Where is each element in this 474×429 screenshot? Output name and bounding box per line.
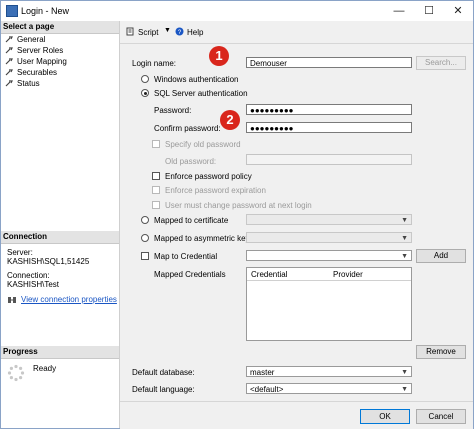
enforce-policy-label: Enforce password policy [165, 172, 252, 181]
server-value: KASHISH\SQL1,51425 [7, 257, 90, 266]
password-label: Password: [154, 106, 192, 115]
sidebar-item-securables[interactable]: Securables [1, 67, 119, 78]
wrench-icon [5, 47, 13, 54]
login-name-label: Login name: [132, 59, 177, 68]
enforce-expiration-checkbox[interactable] [152, 186, 160, 194]
sidebar-item-label: Status [17, 79, 40, 88]
mapped-credentials-label: Mapped Credentials [154, 270, 226, 279]
default-language-label: Default language: [132, 385, 195, 394]
default-database-value: master [250, 368, 275, 377]
login-name-input[interactable]: Demouser [246, 57, 412, 68]
sidebar-item-user-mapping[interactable]: User Mapping [1, 56, 119, 67]
windows-auth-radio[interactable] [141, 75, 149, 83]
view-connection-properties-link[interactable]: View connection properties [21, 295, 117, 304]
credential-column-header[interactable]: Credential [251, 270, 287, 279]
progress-status: Ready [33, 364, 57, 373]
grid-header-divider [247, 280, 411, 281]
dialog-footer: OK Cancel [120, 401, 473, 429]
confirm-password-input[interactable]: ●●●●●●●●● [246, 122, 412, 133]
chevron-down-icon: ▼ [401, 369, 408, 376]
provider-column-header[interactable]: Provider [333, 270, 363, 279]
mapped-certificate-label: Mapped to certificate [154, 216, 229, 225]
wrench-icon [5, 69, 13, 76]
app-icon [6, 5, 18, 17]
windows-auth-label: Windows authentication [154, 75, 239, 84]
login-dialog: Login - New — ☐ ✕ Select a page General … [0, 0, 474, 429]
must-change-checkbox[interactable] [152, 201, 160, 209]
mapped-certificate-radio[interactable] [141, 216, 149, 224]
default-language-value: <default> [250, 385, 284, 394]
search-button[interactable]: Search... [416, 56, 466, 70]
asym-key-select[interactable]: ▼ [246, 232, 412, 243]
minimize-button[interactable]: — [384, 1, 414, 21]
sidebar-item-label: User Mapping [17, 57, 67, 66]
maximize-button[interactable]: ☐ [414, 1, 444, 21]
select-page-header: Select a page [1, 21, 119, 34]
title-bar: Login - New — ☐ ✕ [1, 1, 473, 21]
script-button[interactable]: Script [138, 28, 158, 37]
general-page: Script ▼ ? Help Login name: Demouser Sea… [120, 21, 473, 401]
annotation-badge-2: 2 [220, 110, 240, 130]
chevron-down-icon: ▼ [401, 386, 408, 393]
connection-label: Connection: [7, 271, 50, 280]
credential-select[interactable]: ▼ [246, 250, 412, 261]
sidebar-item-general[interactable]: General [1, 34, 119, 45]
sidebar-item-label: Securables [17, 68, 58, 77]
mapped-asym-key-radio[interactable] [141, 234, 149, 242]
mapped-credentials-grid[interactable]: Credential Provider [246, 267, 412, 341]
mapped-asym-key-label: Mapped to asymmetric key [154, 234, 250, 243]
sql-auth-radio[interactable] [141, 89, 149, 97]
window-title: Login - New [21, 6, 70, 16]
sidebar-item-label: Server Roles [17, 46, 64, 55]
cancel-button[interactable]: Cancel [416, 409, 466, 424]
connection-section: Connection Server: KASHISH\SQL1,51425 Co… [1, 231, 119, 304]
script-icon [126, 27, 134, 36]
old-password-label: Old password: [165, 157, 217, 166]
connection-value: KASHISH\Test [7, 280, 60, 289]
sidebar-item-server-roles[interactable]: Server Roles [1, 45, 119, 56]
help-button[interactable]: Help [187, 28, 203, 37]
specify-old-password-label: Specify old password [165, 140, 241, 149]
chevron-down-icon[interactable]: ▼ [164, 27, 171, 34]
old-password-input[interactable] [246, 154, 412, 165]
wrench-icon [5, 36, 13, 43]
confirm-password-label: Confirm password: [154, 124, 221, 133]
must-change-label: User must change password at next login [165, 201, 312, 210]
progress-header: Progress [1, 346, 119, 359]
toolbar: Script ▼ ? Help [120, 21, 473, 44]
default-language-select[interactable]: <default> ▼ [246, 383, 412, 394]
default-database-label: Default database: [132, 368, 195, 377]
close-button[interactable]: ✕ [443, 1, 473, 21]
password-input[interactable]: ●●●●●●●●● [246, 104, 412, 115]
map-credential-checkbox[interactable] [141, 252, 149, 260]
add-button[interactable]: Add [416, 249, 466, 263]
chevron-down-icon: ▼ [401, 217, 408, 224]
wrench-icon [5, 58, 13, 65]
enforce-policy-checkbox[interactable] [152, 172, 160, 180]
sidebar-item-status[interactable]: Status [1, 78, 119, 89]
progress-section: Progress Ready [1, 346, 119, 382]
progress-spinner-icon [7, 364, 25, 382]
remove-button[interactable]: Remove [416, 345, 466, 359]
sidebar-item-label: General [17, 35, 46, 44]
default-database-select[interactable]: master ▼ [246, 366, 412, 377]
ok-button[interactable]: OK [360, 409, 410, 424]
server-label: Server: [7, 248, 33, 257]
sidebar: Select a page General Server Roles User … [1, 21, 120, 428]
help-icon: ? [175, 27, 184, 36]
chevron-down-icon: ▼ [401, 235, 408, 242]
chevron-down-icon: ▼ [401, 253, 408, 260]
map-credential-label: Map to Credential [154, 252, 218, 261]
certificate-select[interactable]: ▼ [246, 214, 412, 225]
connection-properties-icon [8, 297, 16, 303]
wrench-icon [5, 80, 13, 87]
connection-header: Connection [1, 231, 119, 244]
sql-auth-label: SQL Server authentication [154, 89, 248, 98]
annotation-badge-1: 1 [209, 46, 229, 66]
enforce-expiration-label: Enforce password expiration [165, 186, 266, 195]
specify-old-password-checkbox[interactable] [152, 140, 160, 148]
